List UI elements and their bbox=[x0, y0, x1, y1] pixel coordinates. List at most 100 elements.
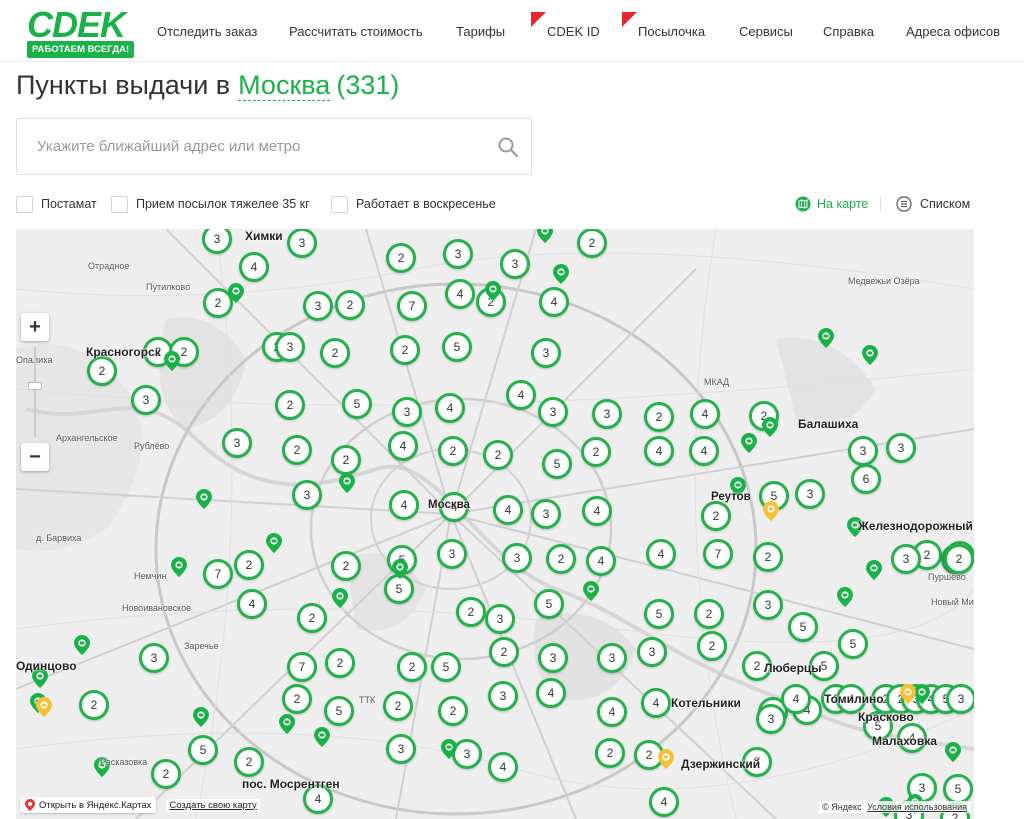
search-icon[interactable] bbox=[497, 136, 519, 158]
cluster-marker[interactable]: 2 bbox=[944, 544, 974, 574]
cluster-marker[interactable]: 2 bbox=[694, 599, 724, 629]
cluster-marker[interactable]: 3 bbox=[756, 704, 786, 734]
create-map-link[interactable]: Создать свою карту bbox=[166, 798, 260, 812]
cluster-marker[interactable]: 4 bbox=[690, 399, 720, 429]
cluster-marker[interactable]: 2 bbox=[234, 747, 264, 777]
cluster-marker[interactable]: 3 bbox=[303, 291, 333, 321]
cluster-marker[interactable]: 2 bbox=[331, 445, 361, 475]
cluster-marker[interactable]: 4 bbox=[649, 787, 679, 817]
office-pin-icon[interactable] bbox=[837, 587, 853, 607]
cluster-marker[interactable]: 2 bbox=[581, 437, 611, 467]
office-pin-icon[interactable] bbox=[228, 283, 244, 303]
cluster-marker[interactable]: 4 bbox=[582, 496, 612, 526]
open-in-yandex-link[interactable]: Открыть в Яндекс.Картах bbox=[20, 797, 157, 813]
cluster-marker[interactable]: 3 bbox=[386, 734, 416, 764]
cluster-marker[interactable]: 5 bbox=[188, 735, 218, 765]
cluster-marker[interactable]: 5 bbox=[943, 774, 973, 804]
cluster-marker[interactable]: 2 bbox=[151, 759, 181, 789]
cluster-marker[interactable]: 7 bbox=[203, 559, 233, 589]
cluster-marker[interactable]: 2 bbox=[320, 338, 350, 368]
cluster-marker[interactable]: 3 bbox=[538, 397, 568, 427]
postamat-pin-icon[interactable] bbox=[658, 749, 674, 769]
cluster-marker[interactable]: 3 bbox=[538, 643, 568, 673]
cluster-marker[interactable]: 3 bbox=[131, 385, 161, 415]
cluster-marker[interactable]: 3 bbox=[597, 643, 627, 673]
cluster-marker[interactable]: 2 bbox=[79, 690, 109, 720]
nav-help[interactable]: Справка bbox=[823, 24, 874, 39]
office-pin-icon[interactable] bbox=[314, 727, 330, 747]
cluster-marker[interactable]: 7 bbox=[397, 291, 427, 321]
cluster-marker[interactable]: 4 bbox=[237, 589, 267, 619]
cluster-marker[interactable]: 3 bbox=[795, 479, 825, 509]
cluster-marker[interactable]: 2 bbox=[397, 652, 427, 682]
cluster-marker[interactable]: 4 bbox=[539, 287, 569, 317]
cluster-marker[interactable]: 3 bbox=[292, 480, 322, 510]
cluster-marker[interactable]: 5 bbox=[838, 629, 868, 659]
cluster-marker[interactable]: 4 bbox=[689, 436, 719, 466]
nav-tariffs[interactable]: Тарифы bbox=[456, 24, 505, 39]
cluster-marker[interactable]: 5 bbox=[644, 599, 674, 629]
cluster-marker[interactable]: 4 bbox=[488, 752, 518, 782]
zoom-slider-handle[interactable] bbox=[28, 382, 42, 390]
cluster-marker[interactable]: 5 bbox=[534, 589, 564, 619]
office-pin-icon[interactable] bbox=[537, 229, 553, 243]
cluster-marker[interactable]: 5 bbox=[788, 612, 818, 642]
cluster-marker[interactable]: 4 bbox=[445, 279, 475, 309]
office-pin-icon[interactable] bbox=[74, 635, 90, 655]
cluster-marker[interactable]: 2 bbox=[383, 691, 413, 721]
cluster-marker[interactable]: 2 bbox=[489, 637, 519, 667]
office-pin-icon[interactable] bbox=[164, 351, 180, 371]
cluster-marker[interactable]: 3 bbox=[946, 684, 974, 714]
cluster-marker[interactable]: 3 bbox=[488, 681, 518, 711]
office-pin-icon[interactable] bbox=[392, 559, 408, 579]
nav-calculate[interactable]: Рассчитать стоимость bbox=[289, 24, 423, 39]
cluster-marker[interactable]: 4 bbox=[389, 490, 419, 520]
cluster-marker[interactable]: 2 bbox=[438, 696, 468, 726]
cluster-marker[interactable]: 5 bbox=[324, 696, 354, 726]
cluster-marker[interactable]: 2 bbox=[577, 229, 607, 258]
cluster-marker[interactable]: 2 bbox=[546, 544, 576, 574]
checkbox[interactable] bbox=[331, 195, 348, 213]
office-pin-icon[interactable] bbox=[818, 328, 834, 348]
cluster-marker[interactable]: 2 bbox=[697, 631, 727, 661]
office-pin-icon[interactable] bbox=[171, 557, 187, 577]
cluster-marker[interactable]: 4 bbox=[586, 546, 616, 576]
nav-office-addresses[interactable]: Адреса офисов bbox=[906, 24, 1000, 39]
cluster-marker[interactable]: 2 bbox=[701, 501, 731, 531]
checkbox[interactable] bbox=[16, 195, 33, 213]
cluster-marker[interactable]: 3 bbox=[753, 590, 783, 620]
cluster-marker[interactable]: 2 bbox=[438, 436, 468, 466]
cluster-marker[interactable]: 2 bbox=[275, 390, 305, 420]
cluster-marker[interactable]: 2 bbox=[234, 550, 264, 580]
cluster-marker[interactable]: 4 bbox=[646, 539, 676, 569]
cluster-marker[interactable]: 3 bbox=[485, 604, 515, 634]
cluster-marker[interactable]: 3 bbox=[848, 436, 878, 466]
cluster-marker[interactable]: 2 bbox=[282, 435, 312, 465]
office-pin-icon[interactable] bbox=[193, 707, 209, 727]
cluster-marker[interactable]: 4 bbox=[506, 380, 536, 410]
cluster-marker[interactable]: 3 bbox=[500, 249, 530, 279]
nav-services[interactable]: Сервисы bbox=[739, 24, 793, 39]
nav-cdek-id[interactable]: CDEK ID bbox=[547, 24, 600, 39]
cluster-marker[interactable]: 3 bbox=[287, 229, 317, 258]
nav-track-order[interactable]: Отследить заказ bbox=[157, 24, 257, 39]
view-list-toggle[interactable]: Списком bbox=[896, 195, 970, 213]
cluster-marker[interactable]: 4 bbox=[493, 495, 523, 525]
office-pin-icon[interactable] bbox=[945, 742, 961, 762]
office-pin-icon[interactable] bbox=[741, 433, 757, 453]
checkbox[interactable] bbox=[111, 195, 128, 213]
filter-heavy-parcels[interactable]: Прием посылок тяжелее 35 кг bbox=[111, 195, 310, 213]
zoom-in-button[interactable]: + bbox=[21, 313, 49, 341]
office-pin-icon[interactable] bbox=[441, 739, 457, 759]
office-pin-icon[interactable] bbox=[266, 533, 282, 553]
cluster-marker[interactable]: 2 bbox=[297, 603, 327, 633]
cluster-marker[interactable]: 7 bbox=[287, 652, 317, 682]
city-selector[interactable]: Москва bbox=[238, 70, 331, 101]
cluster-marker[interactable]: 5 bbox=[542, 449, 572, 479]
cluster-marker[interactable]: 3 bbox=[443, 239, 473, 269]
terms-link[interactable]: Условия использования bbox=[867, 802, 967, 812]
cluster-marker[interactable]: 3 bbox=[891, 544, 921, 574]
filter-postamat[interactable]: Постамат bbox=[16, 195, 97, 213]
cluster-marker[interactable]: 2 bbox=[282, 684, 312, 714]
cluster-marker[interactable]: 7 bbox=[703, 539, 733, 569]
